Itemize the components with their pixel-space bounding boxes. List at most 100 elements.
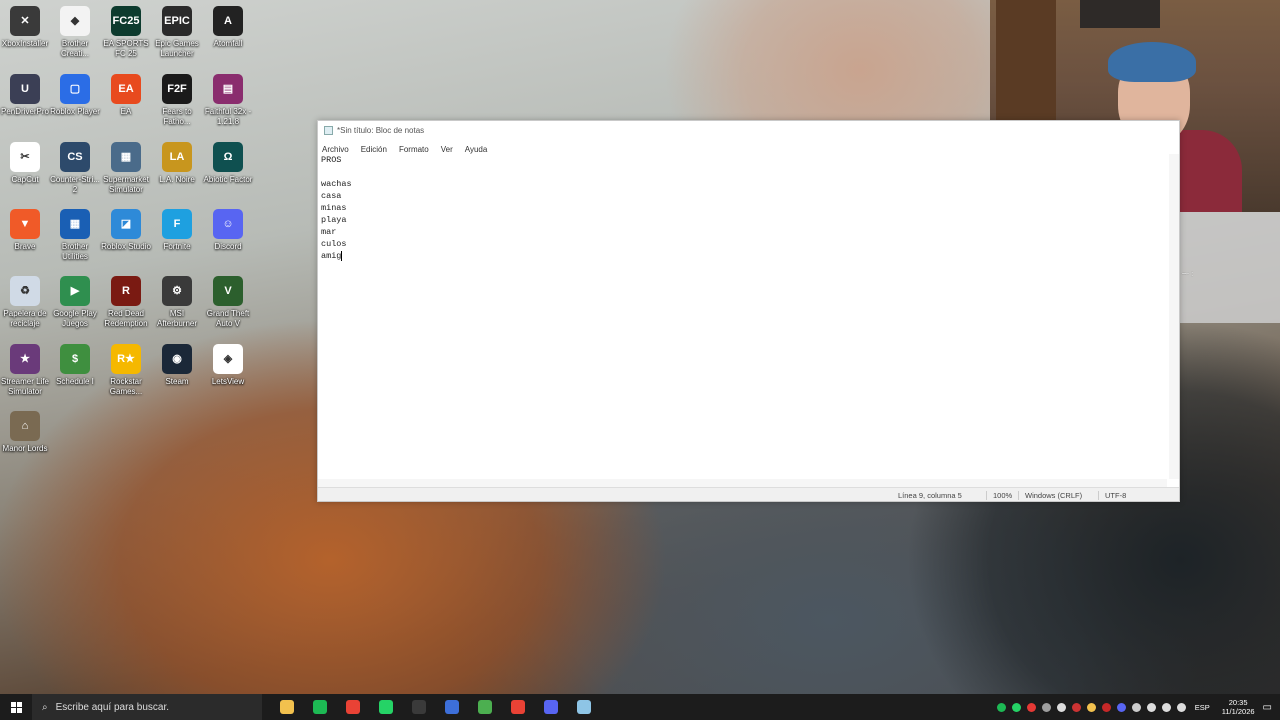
network-tray-icon[interactable]: [1146, 702, 1156, 712]
notepad-text-area[interactable]: PROS wachas casa minas playa mar culos amig: [320, 154, 1167, 479]
whatsapp-tray-icon[interactable]: [1011, 702, 1021, 712]
desktop-icon[interactable]: ▦ Brother Utilities: [50, 203, 100, 262]
desktop-icon[interactable]: ◈ LetsView: [203, 338, 253, 387]
language-indicator[interactable]: ESP: [1195, 703, 1210, 712]
tray-icons: [994, 702, 1189, 712]
rockstar-icon: R★: [111, 344, 141, 374]
fortnite-icon: F: [162, 209, 192, 239]
discord-tray-icon[interactable]: [1116, 702, 1126, 712]
counter-strike-icon: CS: [60, 142, 90, 172]
desktop-icon[interactable]: ☺ Discord: [203, 203, 253, 252]
brother-utilities-icon: ▦: [60, 209, 90, 239]
desktop-icon[interactable]: ★ Streamer Life Simulator: [0, 338, 50, 397]
gta-v-icon: V: [213, 276, 243, 306]
menu-ver[interactable]: Ver: [441, 145, 459, 154]
text-line: [321, 166, 1167, 178]
desktop-icon[interactable]: ◪ Roblox Studio: [101, 203, 151, 252]
pen-tray-icon[interactable]: [1176, 702, 1186, 712]
desktop-icon[interactable]: F2F Fears to Fatho...: [152, 68, 202, 127]
desktop-icon-label: L.A. Noire: [159, 175, 195, 184]
brave-icon: ▼: [10, 209, 40, 239]
desktop-icon-label: Epic Games Launcher: [155, 39, 199, 58]
chrome-profile-icon-glyph: [510, 700, 525, 714]
status-cursor-position: Línea 9, columna 5: [898, 491, 962, 500]
horizontal-scrollbar[interactable]: [318, 479, 1167, 487]
desktop-icon[interactable]: FC25 EA SPORTS FC 25: [101, 0, 151, 59]
steam-tray-icon[interactable]: [1131, 702, 1141, 712]
chrome-profile-icon[interactable]: [501, 694, 534, 720]
desktop-icon[interactable]: ▤ Faithful 32x - 1.21.8: [203, 68, 253, 127]
desktop-icon[interactable]: F Fortnite: [152, 203, 202, 252]
desktop-icon[interactable]: V Grand Theft Auto V: [203, 270, 253, 329]
desktop-icon-label: LetsView: [211, 377, 245, 386]
menu-archivo[interactable]: Archivo: [322, 145, 355, 154]
red-dead-icon: R: [111, 276, 141, 306]
volume-tray-icon[interactable]: [1161, 702, 1171, 712]
desktop-icon[interactable]: CS Counter-Stri... 2: [50, 136, 100, 195]
desktop-icon[interactable]: ✕ XboxInstaller: [0, 0, 50, 49]
shield-tray-icon[interactable]: [1086, 702, 1096, 712]
desktop-icon[interactable]: ♻ Papelera de reciclaje: [0, 270, 50, 329]
desktop-icon[interactable]: $ Schedule I: [50, 338, 100, 387]
spotify-tray-icon[interactable]: [996, 702, 1006, 712]
desktop-icon[interactable]: R Red Dead Redemption: [101, 270, 151, 329]
desktop-icon-label: Red Dead Redemption: [104, 309, 148, 328]
notepad-titlebar[interactable]: *Sin título: Bloc de notas: [318, 121, 1179, 139]
clock-time: 20:35: [1228, 698, 1248, 707]
calculator-icon[interactable]: [435, 694, 468, 720]
notepad-window[interactable]: *Sin título: Bloc de notas Archivo Edici…: [317, 120, 1180, 502]
notepad-statusbar: Línea 9, columna 5 100% Windows (CRLF) U…: [318, 487, 1179, 501]
taskbar-search-box[interactable]: ⌕ Escribe aquí para buscar.: [32, 694, 262, 720]
desktop-icon[interactable]: ▼ Brave: [0, 203, 50, 252]
discord-taskbar-icon[interactable]: [534, 694, 567, 720]
clock[interactable]: 20:35 11/1/2026: [1222, 698, 1255, 716]
desktop-icon[interactable]: ⌂ Manor Lords: [0, 405, 50, 454]
desktop-icon[interactable]: LA L.A. Noire: [152, 136, 202, 185]
settings-tray-icon[interactable]: [1041, 702, 1051, 712]
chrome-icon[interactable]: [336, 694, 369, 720]
notifications-icon[interactable]: ▭: [1263, 702, 1272, 713]
ea-icon: EA: [111, 74, 141, 104]
desktop-icon[interactable]: R★ Rockstar Games...: [101, 338, 151, 397]
desktop-icon-label: MSI Afterburner: [156, 309, 198, 328]
winrar-icon: ▤: [213, 74, 243, 104]
desktop-icon[interactable]: ▦ Supermarket Simulator: [101, 136, 151, 195]
desktop-icon[interactable]: ✂ CapCut: [0, 136, 50, 185]
whatsapp-icon-glyph: [378, 700, 393, 714]
atomfall-icon: A: [213, 6, 243, 36]
desktop-icon-label: Roblox Studio: [101, 242, 151, 251]
text-line: casa: [321, 190, 1167, 202]
spotify-icon[interactable]: [303, 694, 336, 720]
desktop-icon[interactable]: ⚙ MSI Afterburner: [152, 270, 202, 329]
desktop-icon[interactable]: ▢ Roblox Player: [50, 68, 100, 117]
desktop-icon-label: Google Play Juegos: [53, 309, 97, 328]
status-line-ending: Windows (CRLF): [1018, 491, 1082, 500]
desktop-icon[interactable]: Ω Abiotic Factor: [203, 136, 253, 185]
text-line: minas: [321, 202, 1167, 214]
vertical-scrollbar[interactable]: [1169, 154, 1179, 479]
desktop-icon[interactable]: ◉ Steam: [152, 338, 202, 387]
minecraft-icon[interactable]: [468, 694, 501, 720]
desktop-icon[interactable]: U PenDriverPro: [0, 68, 50, 117]
desktop-icon[interactable]: ◆ Brother Creati...: [50, 0, 100, 59]
desktop-icon[interactable]: ▶ Google Play Juegos: [50, 270, 100, 329]
msi-tray-icon[interactable]: [1071, 702, 1081, 712]
desktop-icon[interactable]: EA EA: [101, 68, 151, 117]
roblox-studio-icon: ◪: [111, 209, 141, 239]
obs-icon-glyph: [411, 700, 426, 714]
text-line: mar: [321, 226, 1167, 238]
notepad-taskbar-icon[interactable]: [567, 694, 600, 720]
epic-tray-icon[interactable]: [1056, 702, 1066, 712]
desktop-icon[interactable]: A Atomfall: [203, 0, 253, 49]
record-tray-icon[interactable]: [1026, 702, 1036, 712]
menu-edicion[interactable]: Edición: [361, 145, 393, 154]
menu-ayuda[interactable]: Ayuda: [465, 145, 494, 154]
whatsapp-icon[interactable]: [369, 694, 402, 720]
desktop-icon[interactable]: EPIC Epic Games Launcher: [152, 0, 202, 59]
file-explorer-icon[interactable]: [270, 694, 303, 720]
obs-icon[interactable]: [402, 694, 435, 720]
game-tray-icon[interactable]: [1101, 702, 1111, 712]
system-tray: ESP 20:35 11/1/2026 ▭: [994, 694, 1280, 720]
menu-formato[interactable]: Formato: [399, 145, 435, 154]
start-button[interactable]: [0, 694, 32, 720]
